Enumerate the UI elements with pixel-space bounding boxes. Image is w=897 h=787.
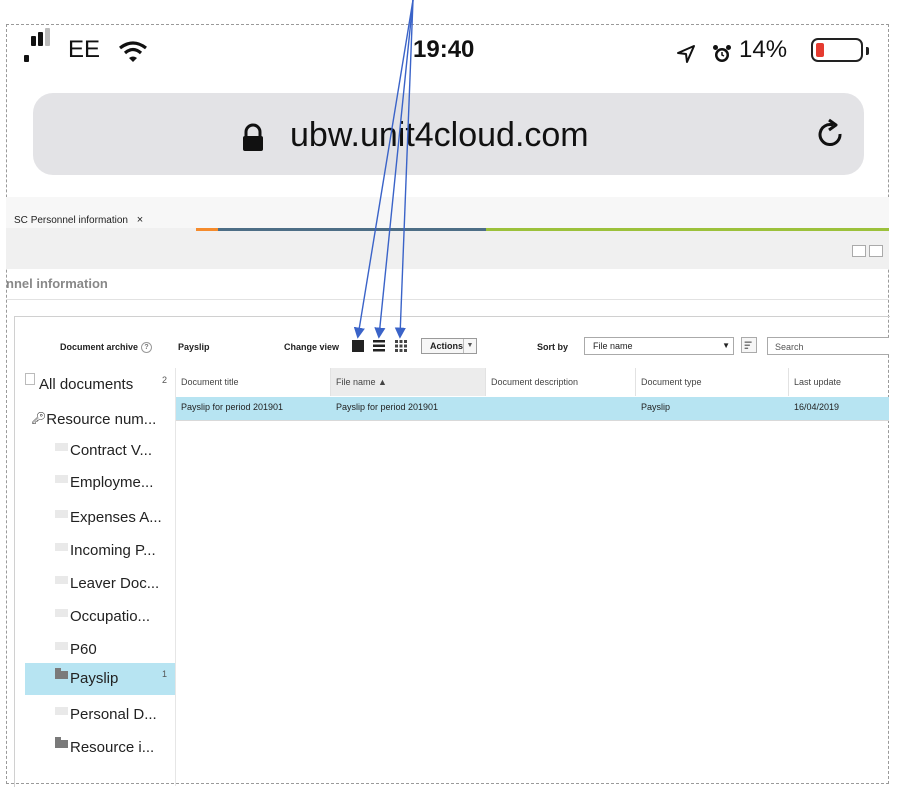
annotation-arrows (353, 0, 414, 339)
annotation-arrow (394, 0, 414, 339)
annotation-arrow (374, 0, 414, 339)
annotation-arrow (353, 0, 414, 339)
